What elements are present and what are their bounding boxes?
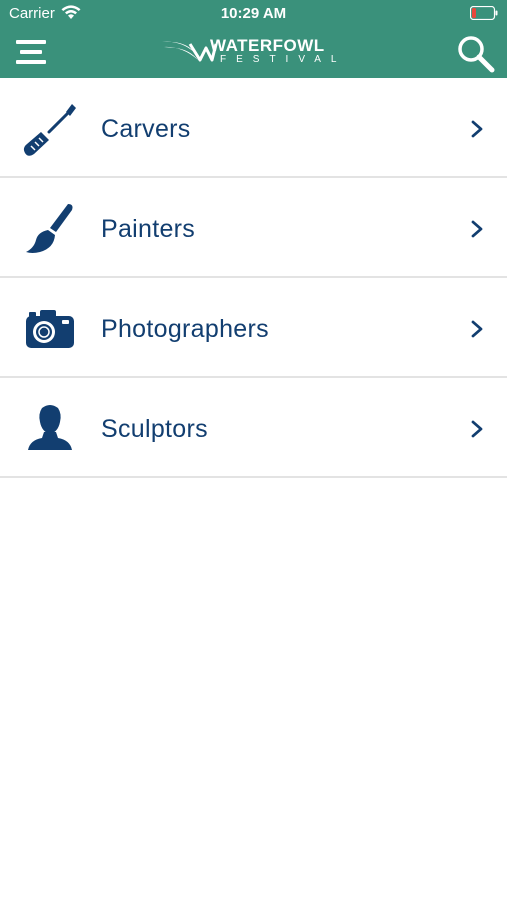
- category-label: Carvers: [101, 115, 191, 143]
- category-row-carvers[interactable]: Carvers: [0, 78, 507, 178]
- category-row-photographers[interactable]: Photographers: [0, 278, 507, 378]
- logo-subtitle: FESTIVAL: [220, 54, 347, 65]
- chevron-right-icon: [471, 120, 483, 138]
- chevron-right-icon: [471, 320, 483, 338]
- status-bar: Carrier 10:29 AM: [0, 0, 507, 28]
- category-label: Painters: [101, 215, 196, 243]
- clock: 10:29 AM: [220, 5, 287, 22]
- logo-title: WATERFOWL: [210, 36, 325, 55]
- category-list: Carvers Painters Photographers Sculptors: [0, 78, 507, 478]
- category-row-painters[interactable]: Painters: [0, 178, 507, 278]
- search-icon[interactable]: [456, 34, 496, 74]
- app-header: Carrier 10:29 AM WATERFOWL FESTIVAL: [0, 0, 507, 78]
- chevron-right-icon: [471, 220, 483, 238]
- screwdriver-icon: [23, 104, 76, 156]
- paintbrush-icon: [26, 204, 73, 253]
- camera-icon: [26, 310, 74, 348]
- hamburger-menu-icon[interactable]: [12, 38, 48, 66]
- category-row-sculptors[interactable]: Sculptors: [0, 378, 507, 478]
- person-bust-icon: [28, 405, 72, 450]
- chevron-right-icon: [471, 420, 483, 438]
- waterfowl-festival-logo: WATERFOWL FESTIVAL: [160, 34, 345, 70]
- battery-low-icon: [470, 6, 498, 20]
- category-label: Sculptors: [101, 415, 208, 443]
- category-label: Photographers: [101, 315, 269, 343]
- duck-wing-icon: [162, 41, 216, 62]
